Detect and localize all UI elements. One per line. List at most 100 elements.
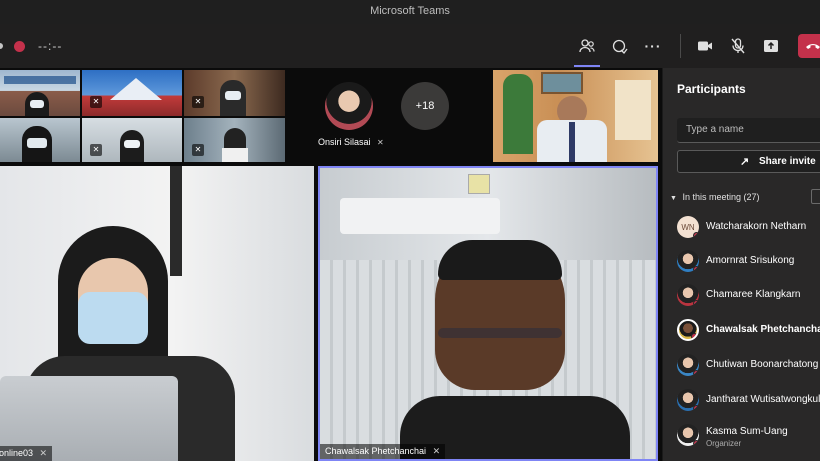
mic-off-icon: ✕ [39,448,48,458]
hang-up-icon [806,44,820,49]
avatar [677,284,699,306]
avatar [677,319,699,341]
share-invite-button[interactable]: ↗ Share invite [677,150,820,173]
chevron-down-icon: ▼ [670,195,677,202]
meeting-toolbar: --:-- ··· [0,24,820,68]
mic-off-icon [731,38,745,54]
camera-button[interactable] [694,35,716,57]
mic-off-icon: ✕ [432,446,441,456]
participant-row[interactable]: Kasma Sum-Uang Organizer [677,424,820,450]
participant-name: Onsiri Silasai [318,137,371,147]
status-dot [693,405,699,411]
air-conditioner-graphic [340,198,500,234]
participant-row[interactable]: Jantharat Wutisatwongkul [677,389,820,415]
mic-button[interactable] [727,35,749,57]
meeting-timer: --:-- [38,39,63,53]
video-stage: ✕ ✕ ✕ ✕ Onsiri Silasai ✕ +18 online03 ✕ … [0,68,662,461]
mic-off-icon: ✕ [377,138,384,147]
section-options-button[interactable] [811,189,820,204]
participant-row[interactable]: Chamaree Klangkarn [677,284,820,310]
hair-graphic [438,240,562,280]
thermostat-graphic [468,174,490,194]
participant-avatar[interactable] [325,82,373,130]
video-tile[interactable]: ✕ [184,70,285,116]
video-tile[interactable]: ✕ [82,118,182,162]
participant-row[interactable]: Chawalsak Phetchanchai [677,319,820,345]
hang-up-button[interactable] [798,34,820,58]
in-meeting-section-header[interactable]: ▼ In this meeting (27) [670,192,760,202]
avatar: WN [677,216,699,238]
mic-off-icon: ✕ [90,144,102,156]
status-dot [693,300,699,306]
participant-row[interactable]: Amornrat Srisukong [677,250,820,276]
status-dot [693,266,699,272]
share-tray-icon [764,40,778,52]
status-dot [693,370,699,376]
tie-graphic [569,122,575,162]
participant-name: Watcharakorn Netharn [706,221,807,232]
mic-off-icon: ✕ [90,96,102,108]
face-mask [78,292,148,344]
participant-label: Chawalsak Phetchanchai ✕ [320,444,446,459]
video-tile[interactable]: ✕ [82,70,182,116]
face-mask [124,140,140,148]
status-dot [0,43,3,49]
share-tray-button[interactable] [760,35,782,57]
face-mask [225,91,241,100]
participant-name: Chawalsak Phetchanchai [706,324,820,335]
cabinet-graphic [615,80,651,140]
participant-label: online03 ✕ [0,446,53,461]
participant-name: Chamaree Klangkarn [706,289,801,300]
banner-graphic [4,76,76,84]
avatar [677,354,699,376]
avatar [677,250,699,272]
video-tile[interactable] [0,118,80,162]
shirt-graphic [222,148,248,162]
pole-graphic [170,166,182,276]
video-tile-main[interactable]: online03 ✕ [0,166,314,461]
window-title: Microsoft Teams [370,5,450,17]
camera-icon [698,41,712,51]
participant-search-input[interactable]: Type a name [677,118,820,143]
participant-name: Kasma Sum-Uang [706,426,788,437]
mountain-graphic [110,78,162,100]
video-tile[interactable]: ✕ [184,118,285,162]
participant-name: Chutiwan Boonarchatong [706,359,819,370]
mic-off-icon: ✕ [192,144,204,156]
panel-title: Participants [677,82,746,96]
video-tile[interactable] [0,70,80,116]
picture-frame [541,72,583,94]
avatar [677,424,699,446]
video-tile-speaker[interactable]: Chawalsak Phetchanchai ✕ [318,166,658,461]
toolbar-divider [680,34,681,58]
avatar [677,389,699,411]
section-label: In this meeting (27) [682,192,760,202]
share-icon: ↗ [740,156,750,168]
video-tile[interactable] [493,70,658,162]
face-mask [27,138,47,148]
participant-name: Amornrat Srisukong [706,255,795,266]
mic-off-icon: ✕ [192,96,204,108]
more-icon: ··· [644,38,662,54]
reactions-icon [612,39,628,54]
participant-row[interactable]: WN Watcharakorn Netharn [677,216,820,242]
avatar-initials: WN [681,222,695,232]
people-button[interactable] [574,35,600,67]
glasses-graphic [438,328,562,338]
participant-name: online03 [0,448,34,458]
participant-row[interactable]: Chutiwan Boonarchatong [677,354,820,380]
title-bar: Microsoft Teams [0,0,820,24]
status-dot [693,440,699,446]
participant-name: Jantharat Wutisatwongkul [706,394,820,405]
participants-panel: Participants Type a name ↗ Share invite … [662,68,820,461]
reactions-button[interactable] [609,35,631,57]
plant-graphic [503,74,533,154]
participant-name-label: Onsiri Silasai ✕ [318,137,384,147]
overflow-participants-button[interactable]: +18 [401,82,449,130]
people-icon [579,39,595,53]
more-options-button[interactable]: ··· [642,35,664,57]
recording-icon [14,41,25,52]
participant-name: Chawalsak Phetchanchai [325,446,427,456]
status-dot [691,333,697,339]
participant-role: Organizer [706,439,742,448]
